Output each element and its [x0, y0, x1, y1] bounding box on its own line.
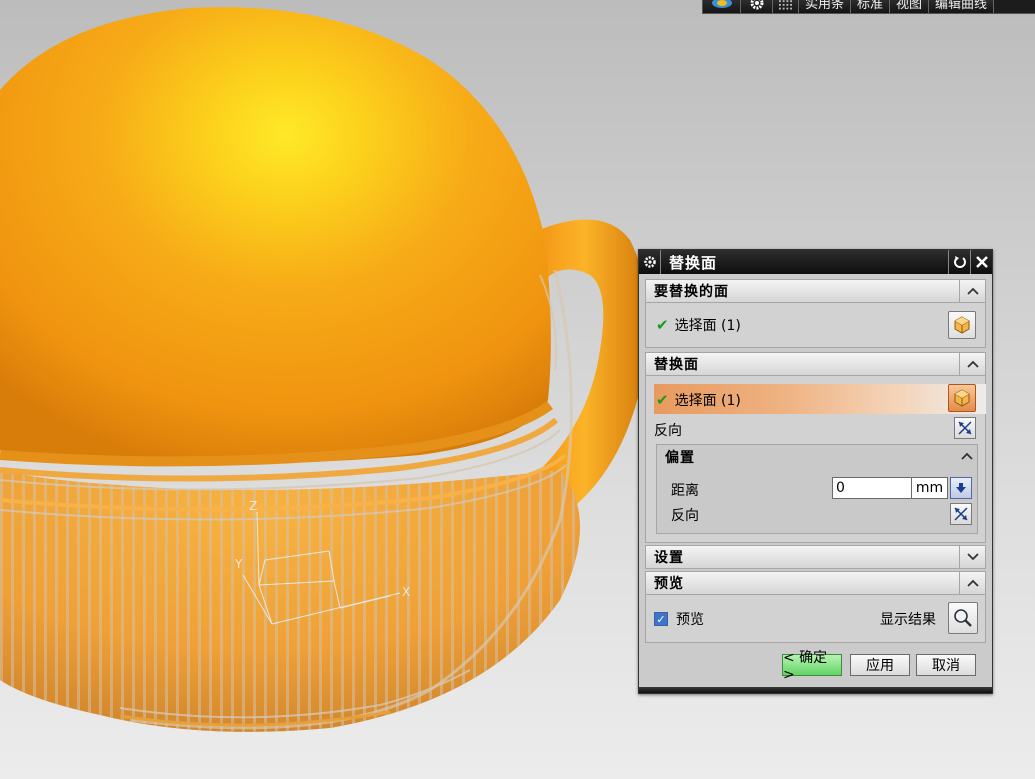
cube-icon	[954, 389, 970, 407]
preview-checkbox-label: 预览	[676, 612, 704, 628]
select-face-cube-button[interactable]	[948, 311, 976, 339]
dialog-titlebar[interactable]: 替换面	[639, 250, 992, 274]
chevron-up-icon[interactable]	[959, 280, 985, 302]
check-icon: ✔	[656, 391, 669, 409]
check-icon: ✔	[656, 316, 669, 334]
chevron-up-icon[interactable]	[961, 448, 973, 464]
section-faces-to-replace-title: 要替换的面	[654, 284, 729, 300]
section-preview-header[interactable]: 预览	[645, 571, 986, 595]
section-settings-title: 设置	[654, 550, 684, 566]
replacement-select-face-content: ✔ 选择面 (1)	[656, 390, 741, 410]
preview-checkbox-row[interactable]: ✓ 预览	[654, 609, 704, 629]
cancel-button[interactable]: 取消	[916, 654, 976, 676]
axis-label-z: Z	[249, 499, 257, 513]
distance-dropdown-button[interactable]	[950, 477, 972, 499]
replacement-select-face-cube-button[interactable]	[948, 384, 976, 412]
replace-face-dialog: 替换面 要替换的面 ✔ 选择面 (1) 替换面 ✔ 选择面 (1) 反向 偏置 …	[638, 249, 993, 694]
distance-input[interactable]	[832, 477, 912, 499]
section-preview-title: 预览	[654, 576, 684, 592]
cube-icon	[954, 316, 970, 334]
axis-label-x: X	[402, 585, 410, 599]
section-replacement-face-header[interactable]: 替换面	[645, 352, 986, 376]
distance-unit: mm	[912, 477, 948, 499]
faces-to-replace-panel: ✔ 选择面 (1)	[645, 303, 986, 348]
select-face-label: 选择面 (1)	[674, 318, 741, 334]
reverse-arrows-icon	[954, 507, 968, 521]
toolbar-view[interactable]: 视图	[890, 0, 930, 13]
offset-reverse-button[interactable]	[950, 503, 972, 525]
offset-header: 偏置	[665, 450, 695, 466]
magnifier-icon	[954, 609, 972, 627]
show-result-label: 显示结果	[880, 612, 936, 628]
grid-icon[interactable]	[773, 0, 799, 13]
distance-label: 距离	[671, 483, 699, 499]
show-result-button[interactable]	[948, 602, 978, 634]
toolbar-edit-curve[interactable]: 编辑曲线	[929, 0, 995, 13]
section-faces-to-replace-header[interactable]: 要替换的面	[645, 279, 986, 303]
section-settings-header[interactable]: 设置	[645, 545, 986, 569]
chevron-up-icon[interactable]	[959, 353, 985, 375]
reverse-arrows-icon	[958, 421, 972, 435]
chevron-up-icon[interactable]	[959, 572, 985, 594]
toolbar-standard[interactable]: 标准	[851, 0, 891, 13]
replacement-select-face-label: 选择面 (1)	[674, 393, 741, 409]
toolbar-logo-icon[interactable]	[703, 0, 741, 13]
dialog-title: 替换面	[669, 253, 718, 272]
dialog-gear-icon[interactable]	[639, 250, 661, 274]
gear-icon[interactable]	[741, 0, 773, 13]
apply-button[interactable]: 应用	[850, 654, 910, 676]
reverse-direction-button[interactable]	[954, 417, 976, 439]
toolbar-utility[interactable]: 实用条	[799, 0, 852, 13]
section-replacement-face-title: 替换面	[654, 357, 699, 373]
close-icon[interactable]	[970, 250, 992, 274]
select-face-row[interactable]: ✔ 选择面 (1)	[656, 315, 741, 335]
dialog-bottom-bar	[639, 687, 992, 693]
top-toolbar: 实用条 标准 视图 编辑曲线	[702, 0, 1035, 14]
replacement-face-panel: ✔ 选择面 (1) 反向 偏置 距离 mm 反向	[645, 376, 986, 543]
offset-group: 偏置 距离 mm 反向	[656, 444, 978, 534]
reverse-direction-label: 反向	[654, 423, 682, 439]
reset-icon[interactable]	[948, 250, 970, 274]
arrow-down-icon	[956, 483, 966, 493]
chevron-down-icon[interactable]	[959, 546, 985, 568]
reverse-direction-row: 反向	[654, 420, 682, 440]
preview-checkbox[interactable]: ✓	[654, 612, 668, 626]
offset-reverse-label: 反向	[671, 508, 699, 524]
axis-label-y: Y	[234, 557, 243, 571]
ok-button[interactable]: < 确定 >	[782, 650, 842, 683]
preview-panel: ✓ 预览 显示结果	[645, 595, 986, 643]
